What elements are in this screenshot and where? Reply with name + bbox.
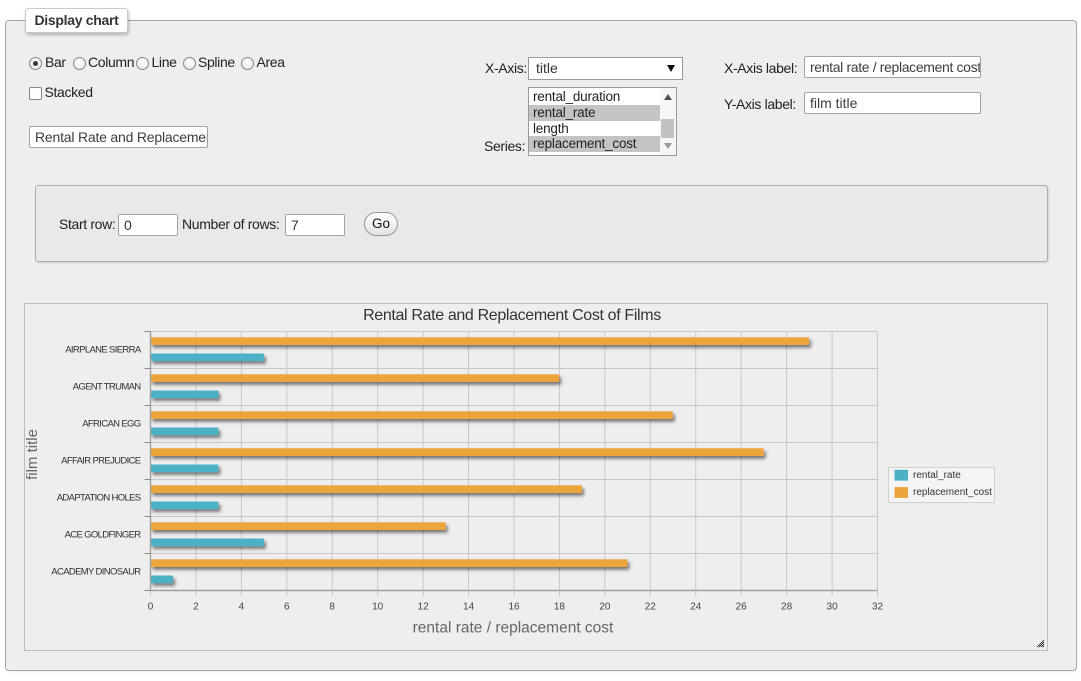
svg-text:32: 32 (872, 602, 884, 613)
svg-text:16: 16 (508, 602, 520, 613)
svg-text:26: 26 (736, 602, 748, 613)
svg-text:8: 8 (329, 602, 335, 613)
svg-text:2: 2 (193, 602, 199, 613)
svg-text:20: 20 (599, 602, 611, 613)
svg-text:30: 30 (827, 602, 839, 613)
svg-text:4: 4 (239, 602, 245, 613)
svg-text:22: 22 (645, 602, 657, 613)
svg-text:rental_rate: rental_rate (913, 470, 961, 481)
svg-text:ACADEMY DINOSAUR: ACADEMY DINOSAUR (51, 566, 141, 577)
svg-text:AFFAIR PREJUDICE: AFFAIR PREJUDICE (61, 455, 141, 466)
svg-text:ACE GOLDFINGER: ACE GOLDFINGER (65, 529, 142, 540)
svg-text:28: 28 (781, 602, 793, 613)
svg-text:10: 10 (372, 602, 384, 613)
svg-text:14: 14 (463, 602, 475, 613)
svg-text:AIRPLANE SIERRA: AIRPLANE SIERRA (65, 344, 142, 355)
svg-text:AGENT TRUMAN: AGENT TRUMAN (73, 381, 142, 392)
svg-text:18: 18 (554, 602, 566, 613)
svg-text:0: 0 (148, 602, 154, 613)
svg-text:12: 12 (418, 602, 430, 613)
svg-text:ADAPTATION HOLES: ADAPTATION HOLES (57, 492, 141, 503)
svg-text:replacement_cost: replacement_cost (913, 487, 992, 498)
svg-text:6: 6 (284, 602, 290, 613)
svg-text:Rental Rate and Replacement Co: Rental Rate and Replacement Cost of Film… (363, 307, 661, 324)
svg-text:rental rate / replacement cost: rental rate / replacement cost (413, 620, 614, 637)
svg-text:AFRICAN EGG: AFRICAN EGG (82, 418, 141, 429)
svg-text:film title: film title (25, 429, 41, 480)
svg-text:24: 24 (690, 602, 702, 613)
